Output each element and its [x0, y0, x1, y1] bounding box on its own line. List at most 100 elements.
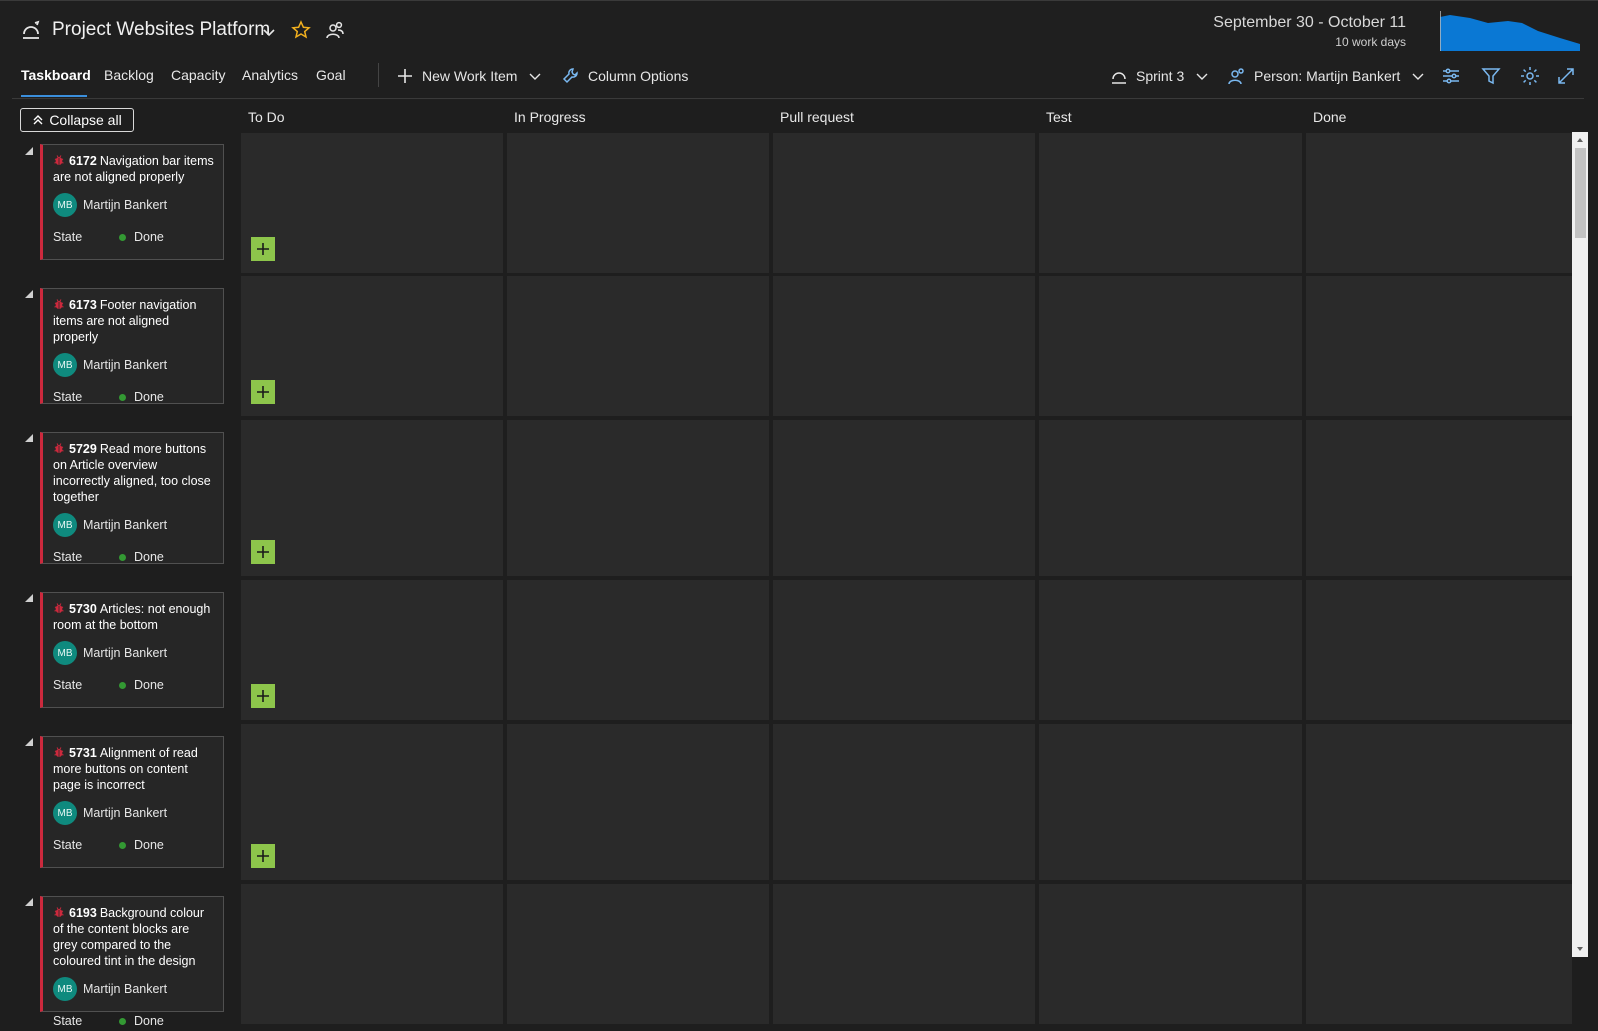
view-options-icon[interactable] — [1440, 65, 1462, 87]
board-cell-pull-request[interactable] — [773, 724, 1035, 880]
board-cell-to-do[interactable] — [241, 580, 503, 720]
work-item-title[interactable]: 6172 Navigation bar items are not aligned… — [53, 153, 215, 185]
gear-icon[interactable] — [1519, 65, 1541, 87]
scroll-down-arrow-icon[interactable] — [1576, 945, 1584, 953]
board-cell-test[interactable] — [1039, 580, 1302, 720]
column-options-button[interactable]: Column Options — [562, 67, 688, 85]
assignee-name: Martijn Bankert — [83, 982, 168, 996]
state-done-indicator — [119, 1017, 126, 1025]
row-collapse-toggle-icon[interactable] — [24, 146, 34, 156]
board-cell-to-do[interactable] — [241, 420, 503, 576]
board-cell-in-progress[interactable] — [507, 724, 769, 880]
tab-capacity[interactable]: Capacity — [171, 67, 225, 83]
board-cell-pull-request[interactable] — [773, 133, 1035, 273]
board-cell-test[interactable] — [1039, 133, 1302, 273]
fullscreen-icon[interactable] — [1555, 65, 1577, 87]
work-item-state[interactable]: State Done — [53, 547, 215, 567]
board-cell-done[interactable] — [1306, 884, 1572, 1024]
work-item-state[interactable]: State Done — [53, 675, 215, 695]
work-item-title[interactable]: 6173 Footer navigation items are not alig… — [53, 297, 215, 345]
collapse-all-button[interactable]: Collapse all — [20, 108, 134, 132]
work-item-assignee[interactable]: MB Martijn Bankert — [53, 641, 215, 665]
state-label: State — [53, 838, 83, 852]
board-cell-pull-request[interactable] — [773, 580, 1035, 720]
tab-goal[interactable]: Goal — [316, 67, 346, 83]
board-cell-pull-request[interactable] — [773, 884, 1035, 1024]
project-title[interactable]: Project Websites Platform — [52, 19, 270, 41]
row-collapse-toggle-icon[interactable] — [24, 897, 34, 907]
state-label: State — [53, 678, 83, 692]
sprint-selector[interactable]: Sprint 3 — [1110, 67, 1208, 85]
tab-backlog[interactable]: Backlog — [104, 67, 154, 83]
sprint-dates: September 30 - October 11 10 work days — [1213, 14, 1406, 49]
work-item-title[interactable]: 5731 Alignment of read more buttons on co… — [53, 745, 215, 793]
work-item-card[interactable]: 5731 Alignment of read more buttons on co… — [40, 736, 224, 868]
work-item-card[interactable]: 6172 Navigation bar items are not aligned… — [40, 144, 224, 260]
row-collapse-toggle-icon[interactable] — [24, 737, 34, 747]
row-collapse-toggle-icon[interactable] — [24, 433, 34, 443]
new-work-item-button[interactable]: New Work Item — [396, 67, 541, 85]
board-cell-done[interactable] — [1306, 420, 1572, 576]
work-item-state[interactable]: State Done — [53, 1011, 215, 1031]
tab-analytics[interactable]: Analytics — [242, 67, 298, 83]
tab-taskboard[interactable]: Taskboard — [21, 67, 91, 83]
favorite-star-icon[interactable] — [291, 20, 311, 40]
state-value: Done — [134, 550, 164, 564]
board-cell-pull-request[interactable] — [773, 276, 1035, 416]
chevron-down-icon[interactable] — [262, 25, 276, 39]
board-cell-in-progress[interactable] — [507, 580, 769, 720]
board-cell-to-do[interactable] — [241, 884, 503, 1024]
work-item-assignee[interactable]: MB Martijn Bankert — [53, 513, 215, 537]
board-cell-in-progress[interactable] — [507, 133, 769, 273]
work-item-state[interactable]: State Done — [53, 227, 215, 247]
work-item-assignee[interactable]: MB Martijn Bankert — [53, 801, 215, 825]
burndown-mini-chart[interactable] — [1440, 11, 1580, 51]
state-done-indicator — [119, 681, 126, 689]
add-task-button[interactable] — [251, 540, 275, 564]
board-cell-test[interactable] — [1039, 276, 1302, 416]
board-cell-test[interactable] — [1039, 420, 1302, 576]
row-collapse-toggle-icon[interactable] — [24, 593, 34, 603]
board-cell-pull-request[interactable] — [773, 420, 1035, 576]
chevron-down-icon — [1196, 73, 1208, 80]
person-filter[interactable]: Person: Martijn Bankert — [1228, 67, 1424, 85]
state-label: State — [53, 390, 83, 404]
add-task-button[interactable] — [251, 844, 275, 868]
work-item-title[interactable]: 5730 Articles: not enough room at the bot… — [53, 601, 215, 633]
work-item-card[interactable]: 5730 Articles: not enough room at the bot… — [40, 592, 224, 708]
work-item-card[interactable]: 5729 Read more buttons on Article overvie… — [40, 432, 224, 564]
board-cell-in-progress[interactable] — [507, 276, 769, 416]
work-item-state[interactable]: State Done — [53, 387, 215, 407]
toolbar-separator — [378, 63, 379, 87]
work-item-assignee[interactable]: MB Martijn Bankert — [53, 193, 215, 217]
work-item-assignee[interactable]: MB Martijn Bankert — [53, 353, 215, 377]
board-cell-to-do[interactable] — [241, 276, 503, 416]
board-cell-done[interactable] — [1306, 580, 1572, 720]
work-item-card[interactable]: 6173 Footer navigation items are not alig… — [40, 288, 224, 404]
work-item-assignee[interactable]: MB Martijn Bankert — [53, 977, 215, 1001]
add-task-button[interactable] — [251, 237, 275, 261]
team-members-icon[interactable] — [325, 20, 345, 40]
vertical-scrollbar[interactable] — [1572, 132, 1588, 957]
add-task-button[interactable] — [251, 684, 275, 708]
filter-icon[interactable] — [1480, 65, 1502, 87]
work-item-state[interactable]: State Done — [53, 835, 215, 855]
work-item-title[interactable]: 5729 Read more buttons on Article overvie… — [53, 441, 215, 505]
board-cell-in-progress[interactable] — [507, 884, 769, 1024]
board-cell-in-progress[interactable] — [507, 420, 769, 576]
scrollbar-thumb[interactable] — [1575, 148, 1586, 238]
scroll-up-arrow-icon[interactable] — [1576, 136, 1584, 144]
work-item-card[interactable]: 6193 Background colour of the content blo… — [40, 896, 224, 1028]
board-cell-test[interactable] — [1039, 884, 1302, 1024]
add-task-button[interactable] — [251, 380, 275, 404]
work-item-id: 6173 — [69, 298, 97, 312]
board-cell-done[interactable] — [1306, 724, 1572, 880]
column-header-pull-request: Pull request — [780, 109, 854, 125]
board-cell-done[interactable] — [1306, 133, 1572, 273]
board-cell-done[interactable] — [1306, 276, 1572, 416]
work-item-title[interactable]: 6193 Background colour of the content blo… — [53, 905, 215, 969]
board-cell-to-do[interactable] — [241, 133, 503, 273]
row-collapse-toggle-icon[interactable] — [24, 289, 34, 299]
board-cell-test[interactable] — [1039, 724, 1302, 880]
board-cell-to-do[interactable] — [241, 724, 503, 880]
